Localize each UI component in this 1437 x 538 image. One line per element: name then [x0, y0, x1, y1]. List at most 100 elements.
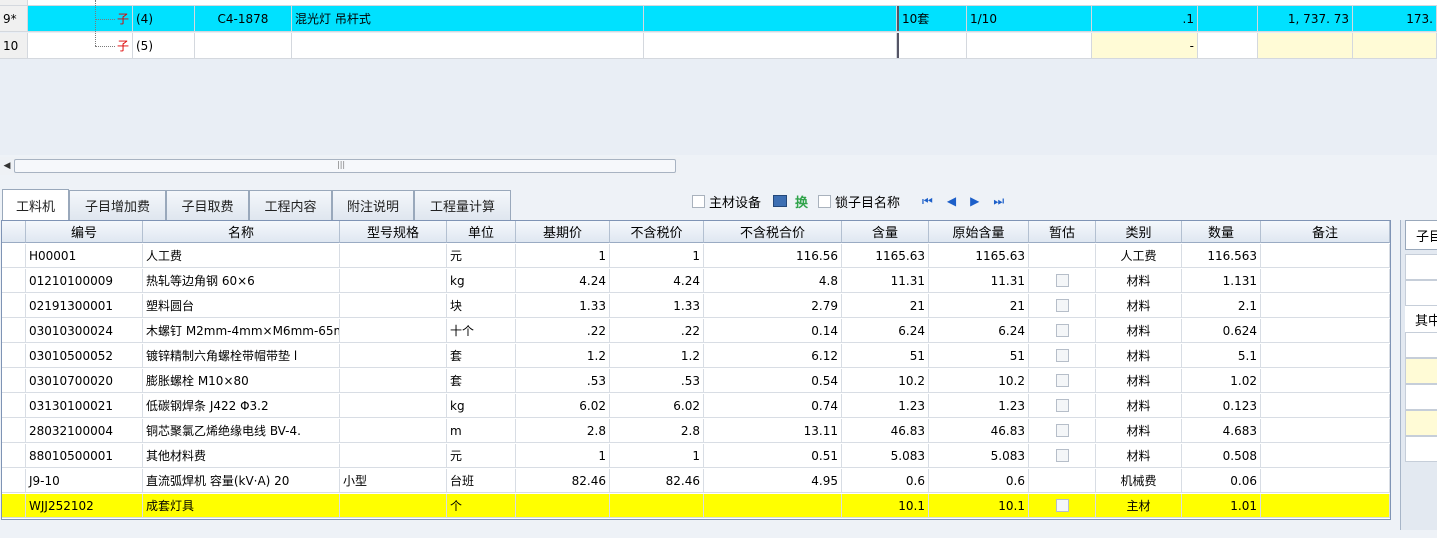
cell-qty[interactable]: 116.563: [1182, 244, 1261, 267]
cell-orig[interactable]: 51: [929, 344, 1029, 367]
cell-spec[interactable]: [340, 444, 447, 467]
cell-orig[interactable]: 10.2: [929, 369, 1029, 392]
cell-name[interactable]: 膨胀螺栓 M10×80: [143, 369, 340, 392]
monitor-icon[interactable]: [773, 195, 788, 207]
cell-name[interactable]: 直流弧焊机 容量(kV·A) 20: [143, 469, 340, 492]
row-selector[interactable]: [2, 294, 26, 317]
tab-work-content[interactable]: 工程内容: [249, 190, 332, 220]
row-selector[interactable]: [2, 394, 26, 417]
column-header[interactable]: 基期价: [516, 221, 610, 243]
cell-base[interactable]: 1: [516, 244, 610, 267]
cell-cat[interactable]: 人工费: [1096, 244, 1182, 267]
cell-spec[interactable]: [340, 394, 447, 417]
cell-content[interactable]: 11.31: [842, 269, 929, 292]
cell-cat[interactable]: 材料: [1096, 444, 1182, 467]
cell-unit[interactable]: 套: [447, 344, 516, 367]
cell-total[interactable]: 4.95: [704, 469, 842, 492]
tab-labor-materials[interactable]: 工料机: [2, 189, 69, 220]
cell-notax[interactable]: 6.02: [610, 394, 704, 417]
cell-name[interactable]: 镀锌精制六角螺栓带帽带垫 l: [143, 344, 340, 367]
table-row[interactable]: 88010500001 其他材料费元 1 1 0.51 5.083 5.083 材料 0.508: [2, 444, 1390, 468]
table-row[interactable]: 03010700020 膨胀螺栓 M10×80 套 .53.53 0.54 10.2 10.…: [2, 369, 1390, 393]
cell-qty[interactable]: 1.02: [1182, 369, 1261, 392]
cell-code[interactable]: WJJ252102: [26, 494, 143, 517]
cell-name[interactable]: 铜芯聚氯乙烯绝缘电线 BV-4.: [143, 419, 340, 442]
cell-base[interactable]: 1.33: [516, 294, 610, 317]
cell-name[interactable]: 塑料圆台: [143, 294, 340, 317]
cell-unit[interactable]: kg: [447, 269, 516, 292]
cell-qty[interactable]: 5.1: [1182, 344, 1261, 367]
row-selector[interactable]: [2, 244, 26, 267]
tab-fee-taking[interactable]: 子目取费: [166, 190, 249, 220]
cell-spec[interactable]: [340, 419, 447, 442]
table-row[interactable]: WJJ252102 成套灯具 个 10.1 10.1 主材 1.01: [2, 494, 1390, 518]
cell-base[interactable]: 1.2: [516, 344, 610, 367]
column-header[interactable]: 类别: [1096, 221, 1182, 243]
estimate-checkbox[interactable]: [1055, 274, 1069, 287]
cell-cat[interactable]: 材料: [1096, 269, 1182, 292]
cell-notax[interactable]: [610, 494, 704, 517]
cell-code[interactable]: 03010700020: [26, 369, 143, 392]
cell-name[interactable]: 热轧等边角钢 60×6: [143, 269, 340, 292]
cell-total[interactable]: 0.74: [704, 394, 842, 417]
table-row[interactable]: H00001 人工费元 1 1 116.56 1165.63 1165.63 人工费 116.5…: [2, 244, 1390, 268]
cell-orig[interactable]: 10.1: [929, 494, 1029, 517]
column-header[interactable]: 单位: [447, 221, 516, 243]
cell-base[interactable]: 2.8: [516, 419, 610, 442]
cell-cat[interactable]: 材料: [1096, 394, 1182, 417]
cell-content[interactable]: 6.24: [842, 319, 929, 342]
cell-base[interactable]: 6.02: [516, 394, 610, 417]
cell-total[interactable]: 2.79: [704, 294, 842, 317]
cell-qty[interactable]: 0.624: [1182, 319, 1261, 342]
cell-orig[interactable]: 1165.63: [929, 244, 1029, 267]
cell-qty[interactable]: 4.683: [1182, 419, 1261, 442]
column-header[interactable]: 数量: [1182, 221, 1261, 243]
column-header[interactable]: 型号规格: [340, 221, 447, 243]
cell-content[interactable]: 46.83: [842, 419, 929, 442]
cell-notax[interactable]: 1.2: [610, 344, 704, 367]
cell-qty[interactable]: 1.01: [1182, 494, 1261, 517]
column-header[interactable]: 不含税价: [610, 221, 704, 243]
estimate-checkbox[interactable]: [1055, 324, 1069, 337]
cell-orig[interactable]: 46.83: [929, 419, 1029, 442]
cell-name[interactable]: 低碳钢焊条 J422 Φ3.2: [143, 394, 340, 417]
table-row[interactable]: 03130100021 低碳钢焊条 J422 Φ3.2 kg 6.02 6.02 0.74…: [2, 394, 1390, 418]
cell-name[interactable]: 木螺钉 M2mm-4mm×M6mm-65mr: [143, 319, 340, 342]
table-row[interactable]: 28032100004 铜芯聚氯乙烯绝缘电线 BV-4. m 2.8 2.8 13.11 4…: [2, 419, 1390, 443]
cell-code[interactable]: 03010500052: [26, 344, 143, 367]
estimate-checkbox[interactable]: [1055, 499, 1069, 512]
table-row[interactable]: 10 子 (5) -: [0, 33, 1437, 59]
cell-unit[interactable]: 十个: [447, 319, 516, 342]
cell-qty[interactable]: 0.06: [1182, 469, 1261, 492]
next-record-icon[interactable]: ▶: [970, 194, 979, 208]
swap-button[interactable]: 换: [795, 192, 808, 211]
cell-total[interactable]: 116.56: [704, 244, 842, 267]
cell-qty[interactable]: 0.123: [1182, 394, 1261, 417]
column-header[interactable]: 不含税合价: [704, 221, 842, 243]
cell-notax[interactable]: 1.33: [610, 294, 704, 317]
cell-orig[interactable]: 1.23: [929, 394, 1029, 417]
cell-base[interactable]: 1: [516, 444, 610, 467]
column-header[interactable]: 原始含量: [929, 221, 1029, 243]
cell-notax[interactable]: 1: [610, 444, 704, 467]
cell-cat[interactable]: 材料: [1096, 294, 1182, 317]
cell-spec[interactable]: [340, 294, 447, 317]
table-row[interactable]: 01210100009 热轧等边角钢 60×6 kg 4.24 4.24 4.8 11.31…: [2, 269, 1390, 293]
table-row[interactable]: 02191300001 塑料圆台块 1.33 1.33 2.79 21 21 材料 2.1: [2, 294, 1390, 318]
cell-spec[interactable]: [340, 319, 447, 342]
estimate-checkbox[interactable]: [1055, 374, 1069, 387]
cell-base[interactable]: 82.46: [516, 469, 610, 492]
cell-unit[interactable]: 块: [447, 294, 516, 317]
cell-spec[interactable]: [340, 269, 447, 292]
row-selector[interactable]: [2, 269, 26, 292]
first-record-icon[interactable]: ⏮: [922, 194, 933, 209]
cell-code[interactable]: H00001: [26, 244, 143, 267]
tab-sub-item[interactable]: 子目: [1405, 220, 1437, 250]
cell-unit[interactable]: 元: [447, 244, 516, 267]
cell-cat[interactable]: 主材: [1096, 494, 1182, 517]
last-record-icon[interactable]: ⏭: [993, 194, 1004, 209]
cell-cat[interactable]: 材料: [1096, 419, 1182, 442]
cell-cat[interactable]: 材料: [1096, 369, 1182, 392]
cell-orig[interactable]: 11.31: [929, 269, 1029, 292]
cell-total[interactable]: 0.54: [704, 369, 842, 392]
